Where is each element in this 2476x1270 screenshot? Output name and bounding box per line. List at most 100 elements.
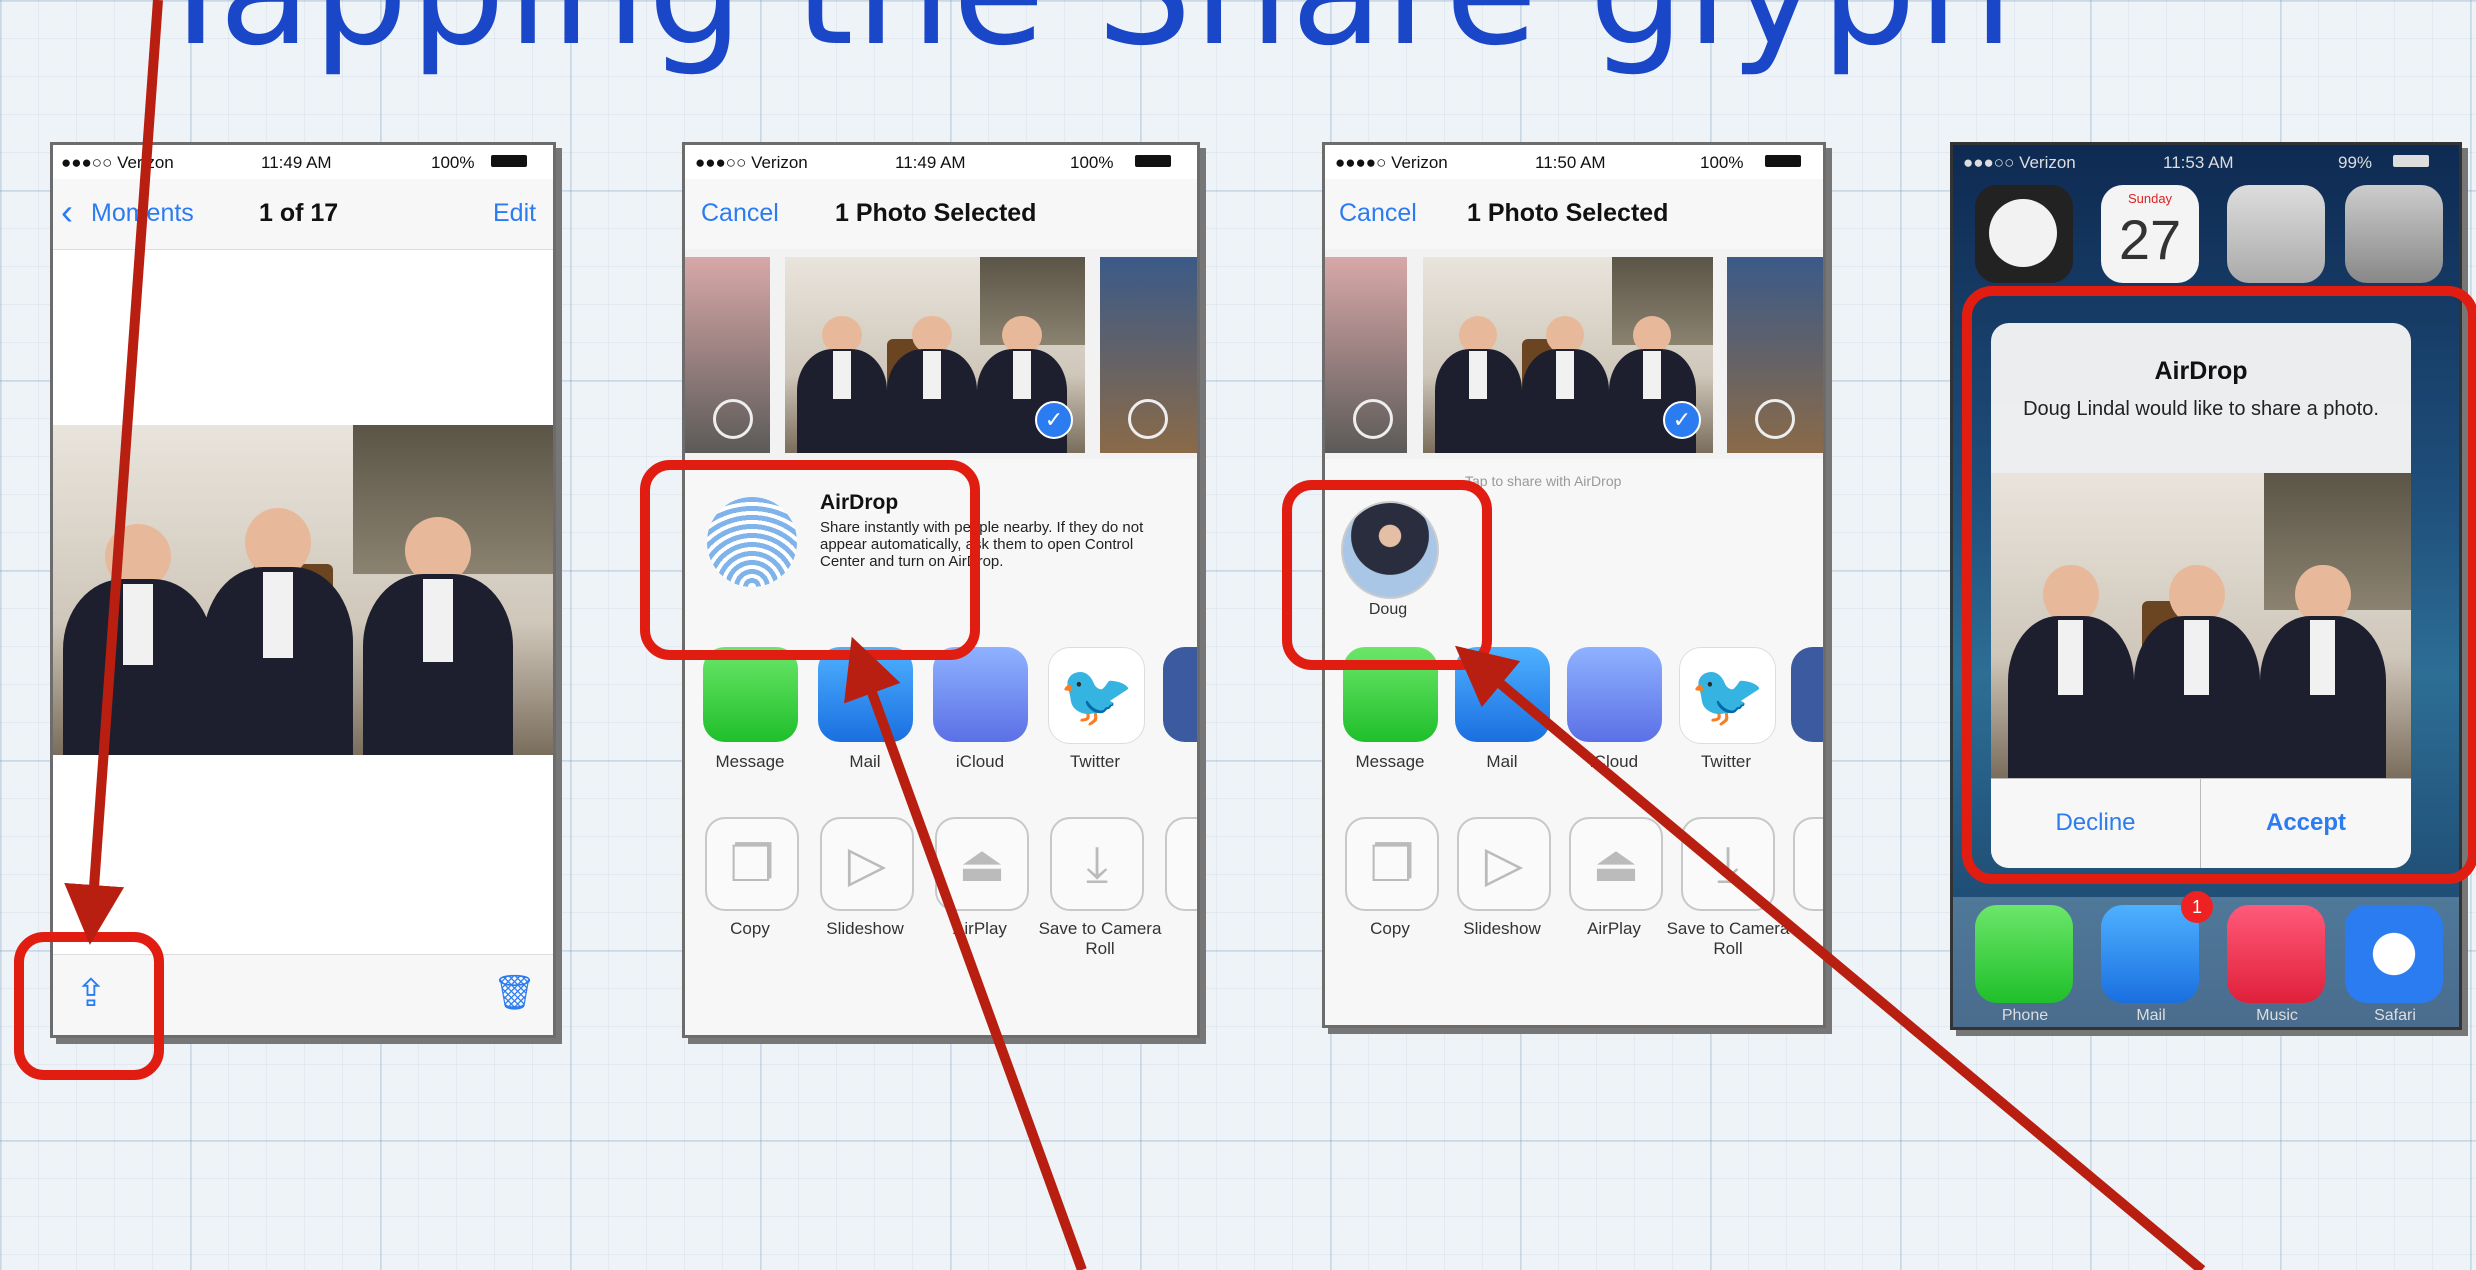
app-label: iCloud [1589,752,1639,771]
phone-photos-view: ●●●○○ Verizon 11:49 AM 100% ‹ Moments 1 … [50,142,556,1038]
music-app-icon[interactable] [2227,905,2325,1003]
app-label: Message [715,752,785,771]
slide-title: Tapping the Share glyph [150,0,2015,79]
carrier-label: ●●●○○ Verizon [695,153,808,172]
camera-app-icon[interactable] [2345,185,2443,283]
nav-title: 1 of 17 [259,199,339,227]
nav-title: 1 Photo Selected [1467,199,1669,227]
photo-thumbnail-selected[interactable]: ✓ [1423,257,1713,453]
edit-button[interactable]: Edit [493,199,536,228]
mail-badge: 1 [2181,891,2213,923]
app-label: iCloud [955,752,1005,771]
back-button[interactable]: Moments [91,199,194,228]
photo-thumbnail[interactable] [1727,257,1823,453]
twitter-app-icon[interactable]: 🐦 [1048,647,1145,744]
battery-icon [1765,155,1801,167]
photo-thumbnail-strip: ✓ [685,249,1197,460]
app-label: F [1155,752,1197,772]
checkmark-icon: ✓ [1663,401,1701,439]
battery-label: 99% [2338,153,2373,172]
mail-app-icon[interactable] [818,647,913,742]
mail-app-icon[interactable] [2101,905,2199,1003]
icloud-app-icon[interactable] [1567,647,1662,742]
cancel-button[interactable]: Cancel [1339,199,1417,228]
nav-bar: ‹ Moments 1 of 17 Edit [53,179,553,250]
airplay-icon[interactable]: ⏏ [1569,817,1663,911]
app-label: F [1783,752,1823,772]
contacts-app-icon[interactable] [2227,185,2325,283]
twitter-app-icon[interactable]: 🐦 [1679,647,1776,744]
dock-label: Phone [2001,1007,2049,1024]
time-label: 11:49 AM [261,153,332,172]
checkmark-icon: ✓ [1035,401,1073,439]
calendar-date: 27 [2118,208,2182,271]
action-label: Save to Camera Roll [1666,919,1790,958]
time-label: 11:53 AM [2163,153,2234,172]
dock: 1 Phone Mail Music Safari [1953,891,2459,1027]
action-row: ❐ ▷ ⏏ ⤓ Copy Slideshow AirPlay Save to C… [685,797,1197,1035]
cancel-button[interactable]: Cancel [701,199,779,228]
nav-bar: Cancel 1 Photo Selected [685,179,1197,250]
action-row: ❐ ▷ ⏏ ⤓ Copy Slideshow AirPlay Save to C… [1325,797,1823,1025]
photo-thumbnail[interactable] [1100,257,1197,453]
icloud-app-icon[interactable] [933,647,1028,742]
airplay-icon[interactable]: ⏏ [935,817,1029,911]
airdrop-hint: Tap to share with AirDrop [1465,473,1622,489]
copy-icon[interactable]: ❐ [705,817,799,911]
status-bar: ●●●○○ Verizon 11:49 AM 100% [685,145,1197,179]
battery-label: 100% [1070,153,1114,172]
action-label: Copy [1370,919,1410,938]
action-label: Slideshow [1463,919,1541,938]
action-label: AirPlay [953,919,1007,938]
app-label: Mail [849,752,881,771]
dock-label: Mail [2136,1007,2166,1024]
back-chevron-icon[interactable]: ‹ [61,191,73,233]
copy-icon[interactable]: ❐ [1345,817,1439,911]
app-label: Message [1355,752,1425,771]
main-photo [53,425,553,755]
action-label: Copy [730,919,770,938]
slideshow-icon[interactable]: ▷ [820,817,914,911]
dock-label: Safari [2374,1007,2416,1024]
trash-icon[interactable]: 🗑 [493,973,536,1013]
time-label: 11:49 AM [895,153,966,172]
carrier-label: ●●●○○ Verizon [1963,153,2076,172]
facebook-app-icon[interactable] [1163,647,1197,742]
contact-callout [1282,480,1492,670]
assign-icon[interactable] [1165,817,1197,911]
carrier-label: ●●●○○ Verizon [61,153,174,172]
battery-label: 100% [1700,153,1744,172]
photo-thumbnail[interactable] [1325,257,1407,453]
message-app-icon[interactable] [703,647,798,742]
assign-icon[interactable] [1793,817,1823,911]
battery-icon [491,155,527,167]
action-label: AirPlay [1587,919,1641,938]
nav-bar: Cancel 1 Photo Selected [1325,179,1823,250]
nav-title: 1 Photo Selected [835,199,1037,227]
action-label: Slideshow [826,919,904,938]
dock-label: Music [2256,1007,2298,1024]
photo-thumbnail[interactable] [685,257,770,453]
time-label: 11:50 AM [1535,153,1606,172]
save-to-camera-roll-icon[interactable]: ⤓ [1681,817,1775,911]
app-label: Twitter [1700,752,1752,771]
calendar-day: Sunday [2127,191,2173,206]
save-to-camera-roll-icon[interactable]: ⤓ [1050,817,1144,911]
app-share-row: 🐦 Message Mail iCloud Twitter F [685,637,1197,798]
action-label: Save to Camera Roll [1038,919,1162,958]
status-bar: ●●●○○ Verizon 11:53 AM 99% [1953,145,2459,179]
share-glyph-callout [14,932,164,1080]
clock-app-icon[interactable] [1975,185,2073,283]
phone-app-icon[interactable] [1975,905,2073,1003]
carrier-label: ●●●●○ Verizon [1335,153,1448,172]
status-bar: ●●●○○ Verizon 11:49 AM 100% [53,145,553,179]
facebook-app-icon[interactable] [1791,647,1823,742]
photo-thumbnail-selected[interactable]: ✓ [785,257,1085,453]
action-label: A [1155,919,1197,939]
status-bar: ●●●●○ Verizon 11:50 AM 100% [1325,145,1823,179]
safari-app-icon[interactable] [2345,905,2443,1003]
action-label: A [1783,919,1823,939]
slideshow-icon[interactable]: ▷ [1457,817,1551,911]
app-label: Twitter [1069,752,1121,771]
calendar-app-icon[interactable]: Sunday 27 [2101,185,2199,283]
